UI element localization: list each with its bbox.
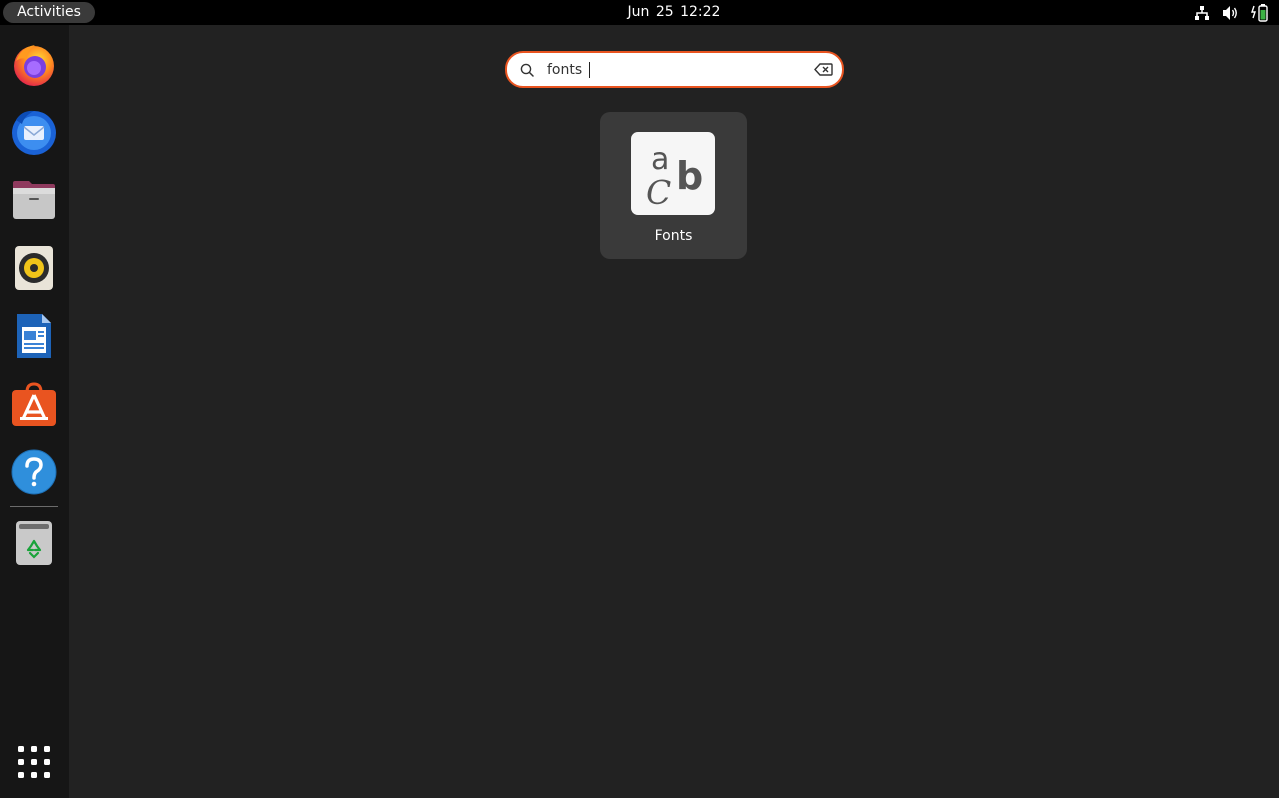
dock-firefox[interactable] <box>8 38 60 90</box>
help-icon <box>11 449 57 495</box>
clock[interactable]: Jun 25 12:22 <box>574 0 774 25</box>
volume-icon[interactable] <box>1222 5 1239 21</box>
top-bar: Activities Jun 25 12:22 <box>0 0 1279 25</box>
battery-icon[interactable] <box>1251 3 1269 22</box>
thunderbird-icon <box>12 110 56 155</box>
system-tray[interactable] <box>1194 3 1269 22</box>
software-store-icon <box>12 382 56 426</box>
clear-search-icon[interactable] <box>814 63 833 76</box>
fonts-glyph-c: C <box>646 173 671 212</box>
dock-thunderbird[interactable] <box>8 106 60 158</box>
fonts-glyph-a: a <box>651 142 669 177</box>
show-apps-button[interactable] <box>18 746 50 782</box>
network-icon[interactable] <box>1194 5 1210 21</box>
search-entry[interactable] <box>505 51 844 88</box>
firefox-icon <box>14 45 54 86</box>
dock <box>0 25 69 798</box>
app-grid-icon <box>18 746 50 778</box>
writer-icon <box>17 314 51 358</box>
dock-help[interactable] <box>8 446 60 498</box>
dock-trash[interactable] <box>8 517 60 569</box>
dock-files[interactable] <box>8 174 60 226</box>
dock-separator <box>10 506 58 507</box>
search-input[interactable] <box>547 59 797 81</box>
search-icon <box>520 63 534 77</box>
files-icon <box>13 181 55 219</box>
text-caret <box>589 62 590 78</box>
fonts-icon: a C b <box>631 132 715 215</box>
dock-writer[interactable] <box>8 310 60 362</box>
dock-ubuntu-software[interactable] <box>8 378 60 430</box>
rhythmbox-icon <box>15 246 53 290</box>
search-result-fonts[interactable]: a C b Fonts <box>600 112 747 259</box>
result-label: Fonts <box>654 228 693 244</box>
activities-button[interactable]: Activities <box>3 2 95 23</box>
trash-icon <box>16 521 52 565</box>
dock-rhythmbox[interactable] <box>8 242 60 294</box>
fonts-glyph-b: b <box>676 154 703 198</box>
